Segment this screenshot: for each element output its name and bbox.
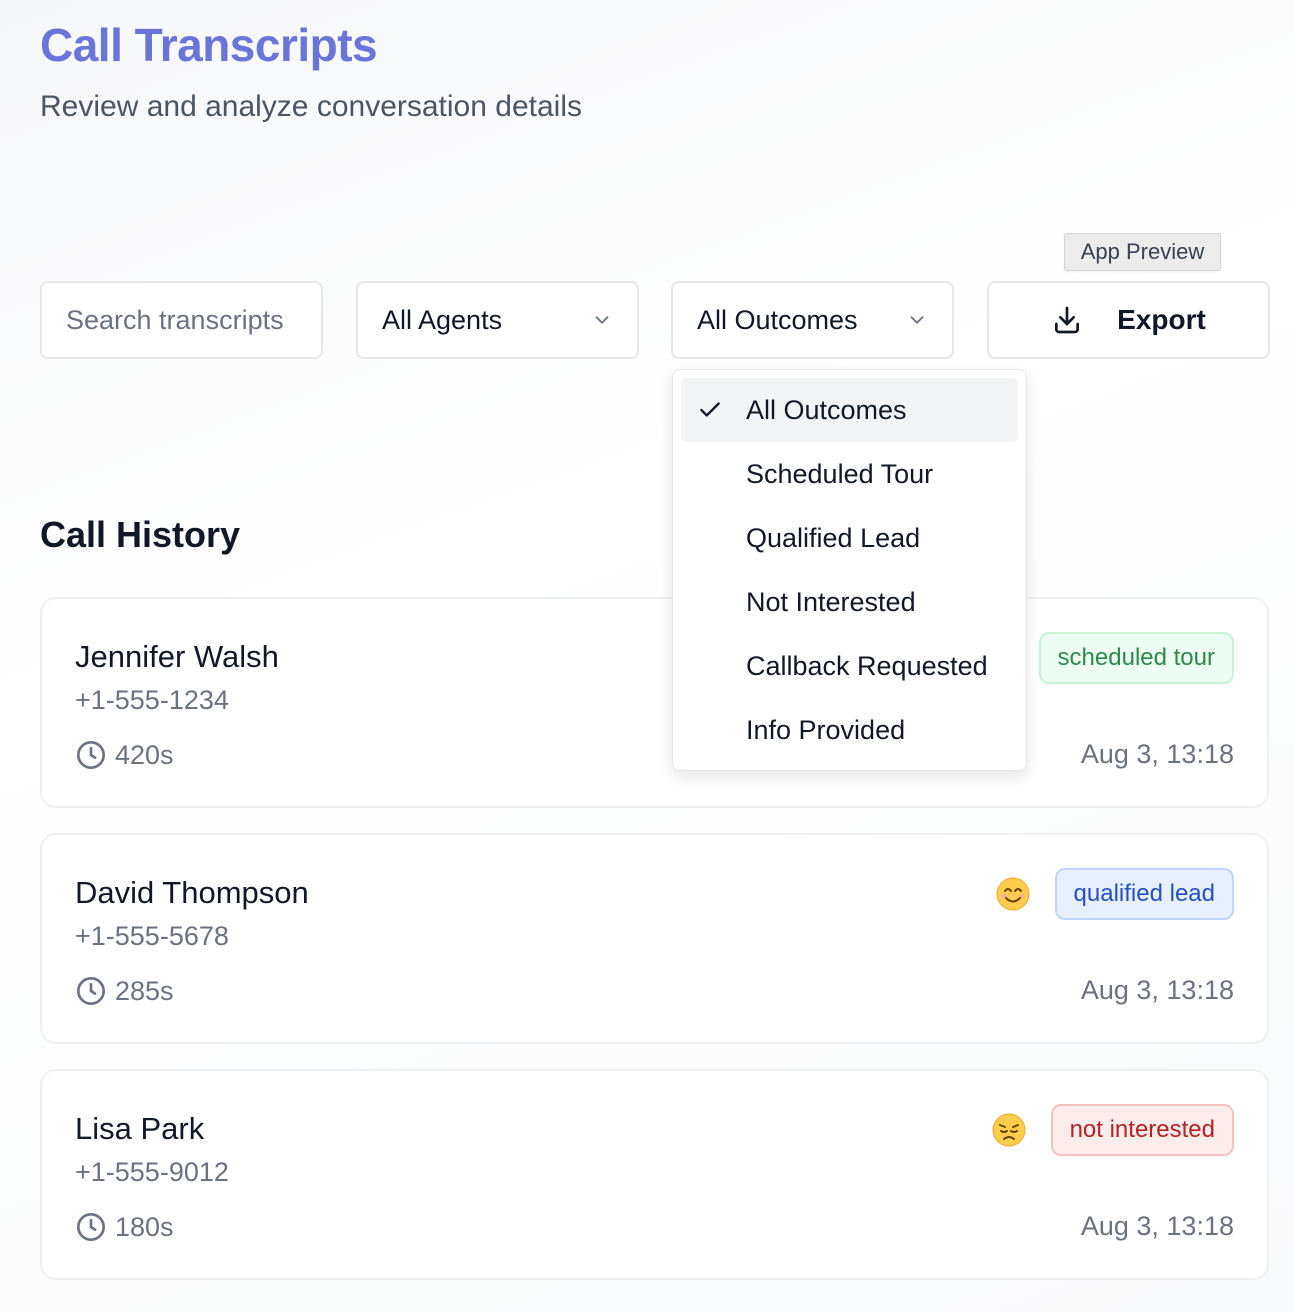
- outcome-area: not interested: [991, 1104, 1234, 1156]
- search-box[interactable]: [40, 281, 323, 359]
- outcome-badge: qualified lead: [1054, 868, 1234, 920]
- call-date: Aug 3, 13:18: [1080, 1211, 1234, 1241]
- check-icon: [700, 402, 720, 417]
- export-button[interactable]: Export: [987, 281, 1270, 359]
- search-input[interactable]: [66, 304, 297, 336]
- call-card[interactable]: Jennifer Walsh +1-555-1234 420s schedule…: [40, 597, 1269, 808]
- dropdown-option-label: Scheduled Tour: [746, 458, 934, 489]
- outcomes-select[interactable]: All Outcomes: [671, 281, 954, 359]
- agents-select[interactable]: All Agents: [356, 281, 639, 359]
- dropdown-option-label: Qualified Lead: [746, 522, 921, 553]
- outcomes-dropdown-menu: All Outcomes Scheduled Tour Qualified Le…: [672, 369, 1027, 771]
- dropdown-option-scheduled-tour[interactable]: Scheduled Tour: [681, 442, 1018, 506]
- call-transcripts-page: Call Transcripts Review and analyze conv…: [0, 0, 1294, 1312]
- dropdown-option-label: Not Interested: [746, 586, 916, 617]
- clock-icon: [77, 977, 105, 1005]
- page-title: Call Transcripts: [40, 19, 378, 71]
- export-label: Export: [1117, 304, 1206, 335]
- outcome-area: qualified lead: [995, 868, 1234, 920]
- call-card[interactable]: Lisa Park +1-555-9012 180s not intereste…: [40, 1069, 1269, 1280]
- dropdown-option-label: All Outcomes: [746, 394, 907, 425]
- duration-value: 285s: [115, 975, 174, 1006]
- call-duration: 285s: [75, 975, 174, 1007]
- call-history-title: Call History: [40, 514, 241, 555]
- app-preview-tooltip: App Preview: [1064, 233, 1221, 271]
- smiling-face-icon: [996, 877, 1030, 911]
- chevron-down-icon: [910, 316, 924, 324]
- caller-name: David Thompson: [75, 875, 309, 910]
- outcomes-select-value: All Outcomes: [697, 304, 858, 335]
- sad-face-icon: [992, 1113, 1026, 1147]
- call-date: Aug 3, 13:18: [1080, 975, 1234, 1005]
- dropdown-option-callback-requested[interactable]: Callback Requested: [681, 634, 1018, 698]
- clock-icon: [77, 741, 105, 769]
- duration-value: 420s: [115, 739, 174, 770]
- dropdown-option-label: Callback Requested: [746, 650, 988, 681]
- caller-phone: +1-555-9012: [75, 1157, 229, 1187]
- dropdown-option-qualified-lead[interactable]: Qualified Lead: [681, 506, 1018, 570]
- call-duration: 420s: [75, 739, 174, 771]
- dropdown-option-all-outcomes[interactable]: All Outcomes: [681, 378, 1018, 442]
- page-subtitle: Review and analyze conversation details: [40, 90, 582, 123]
- dropdown-option-not-interested[interactable]: Not Interested: [681, 570, 1018, 634]
- outcome-area: scheduled tour: [1038, 632, 1234, 684]
- outcome-badge: not interested: [1050, 1104, 1234, 1156]
- call-date: Aug 3, 13:18: [1080, 739, 1234, 769]
- outcome-badge: scheduled tour: [1038, 632, 1234, 684]
- call-card[interactable]: David Thompson +1-555-5678 285s qualifie…: [40, 833, 1269, 1044]
- download-icon: [1055, 306, 1080, 334]
- agents-select-value: All Agents: [382, 304, 503, 335]
- chevron-down-icon: [595, 316, 609, 324]
- clock-icon: [77, 1213, 105, 1241]
- caller-phone: +1-555-5678: [75, 921, 229, 951]
- call-duration: 180s: [75, 1211, 174, 1243]
- duration-value: 180s: [115, 1211, 174, 1242]
- caller-name: Jennifer Walsh: [75, 639, 279, 674]
- caller-phone: +1-555-1234: [75, 685, 229, 715]
- dropdown-option-label: Info Provided: [746, 714, 906, 745]
- dropdown-option-info-provided[interactable]: Info Provided: [681, 698, 1018, 762]
- caller-name: Lisa Park: [75, 1111, 205, 1146]
